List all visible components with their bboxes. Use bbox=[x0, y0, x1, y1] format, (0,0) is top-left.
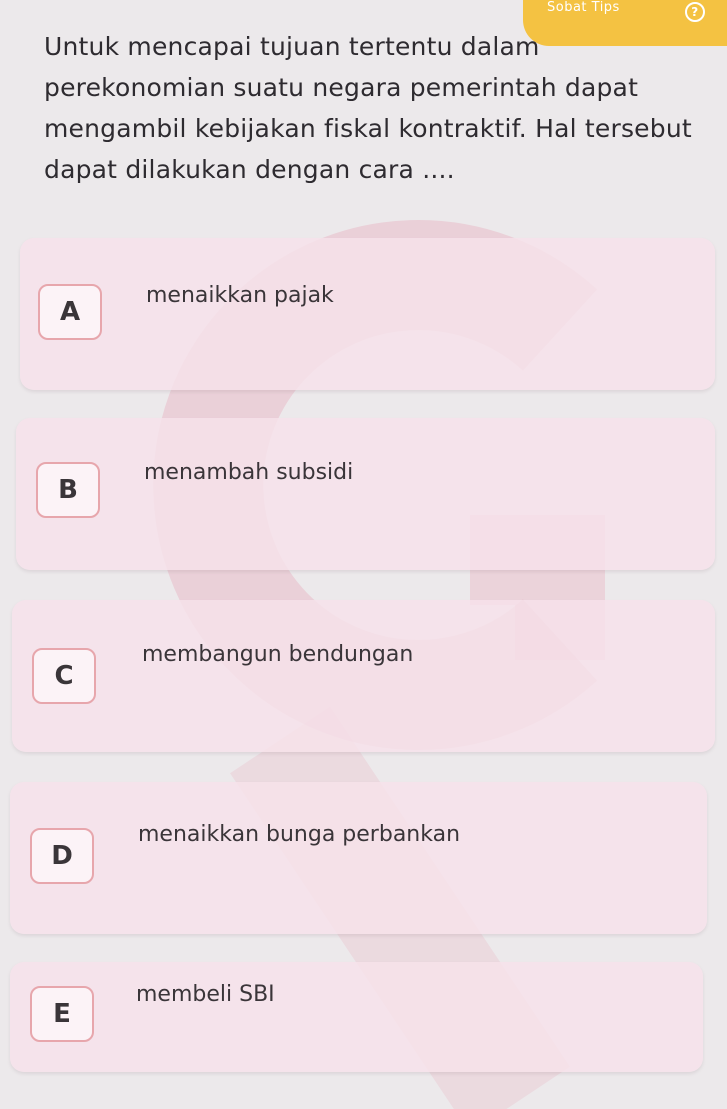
help-icon[interactable]: ? bbox=[685, 2, 705, 22]
option-d-letter: D bbox=[30, 828, 94, 884]
option-d[interactable]: D menaikkan bunga perbankan bbox=[10, 782, 707, 934]
option-e-letter: E bbox=[30, 986, 94, 1042]
option-a[interactable]: A menaikkan pajak bbox=[20, 238, 715, 390]
option-b-text: menambah subsidi bbox=[144, 460, 354, 485]
question-text: Untuk mencapai tujuan tertentu dalam per… bbox=[44, 32, 692, 184]
option-e[interactable]: E membeli SBI bbox=[10, 962, 703, 1072]
sobat-tips-label: Sobat Tips bbox=[547, 0, 620, 15]
option-a-text: menaikkan pajak bbox=[146, 283, 334, 308]
option-a-letter: A bbox=[38, 284, 102, 340]
option-c[interactable]: C membangun bendungan bbox=[12, 600, 715, 752]
option-c-letter: C bbox=[32, 648, 96, 704]
option-e-text: membeli SBI bbox=[136, 982, 275, 1007]
option-d-text: menaikkan bunga perbankan bbox=[138, 822, 461, 847]
option-c-text: membangun bendungan bbox=[142, 642, 414, 667]
option-b[interactable]: B menambah subsidi bbox=[16, 418, 715, 570]
option-b-letter: B bbox=[36, 462, 100, 518]
